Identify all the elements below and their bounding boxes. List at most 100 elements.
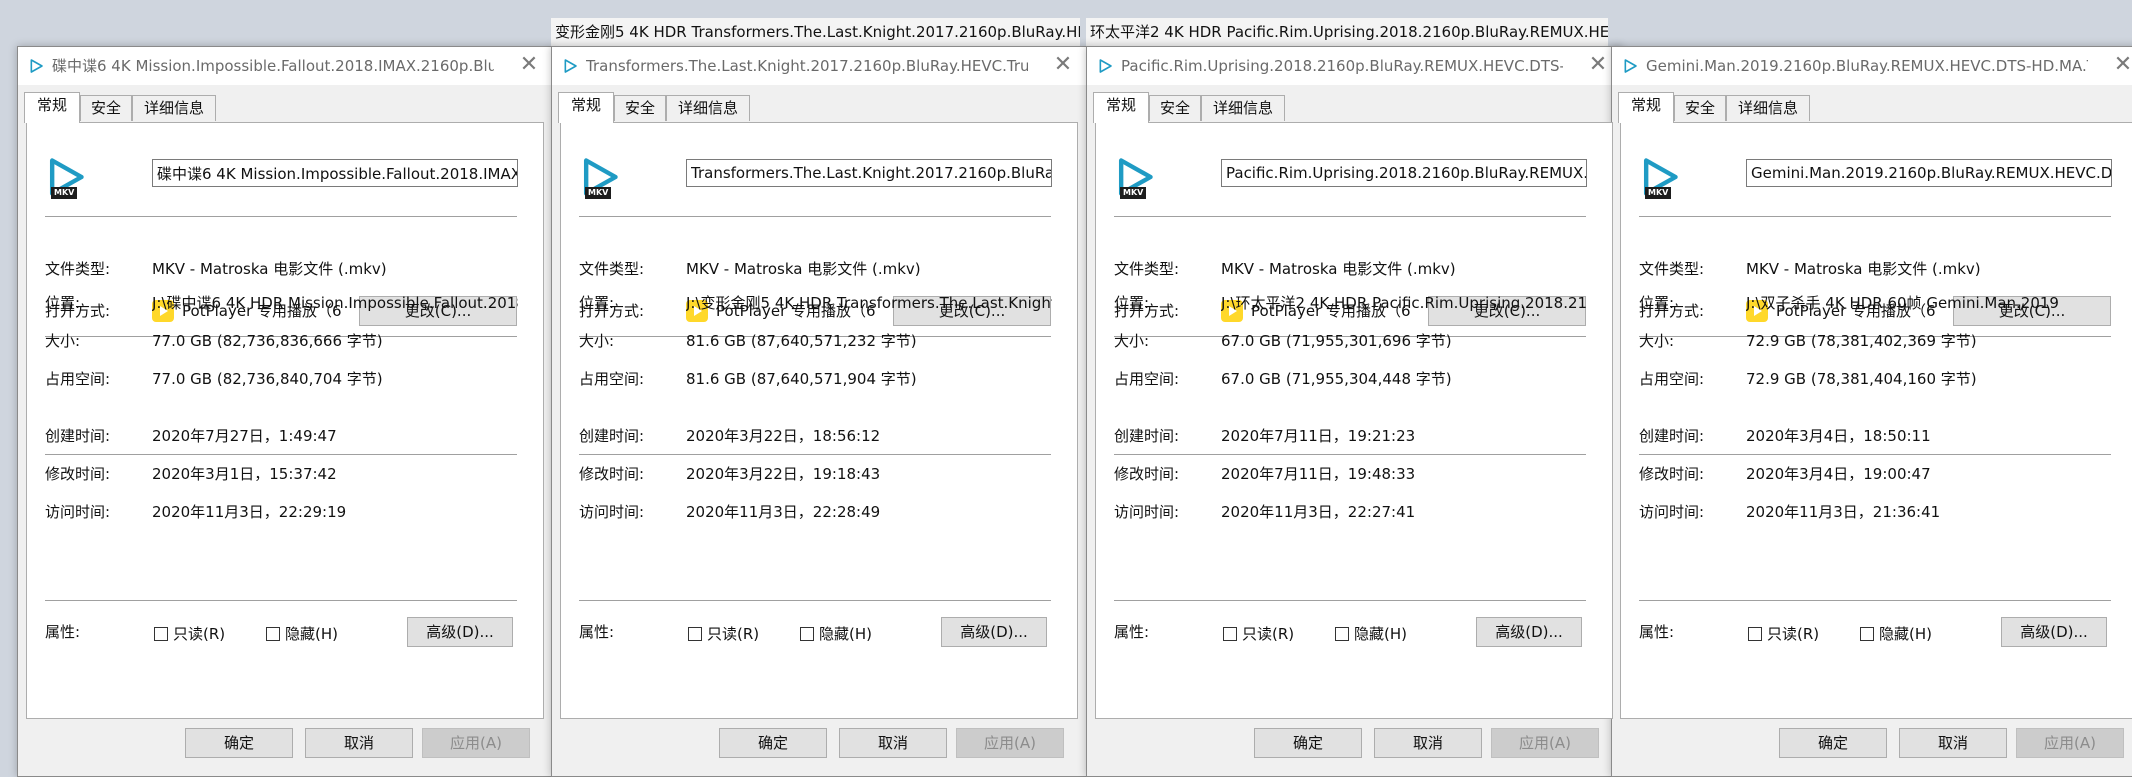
disk-size-value: 81.6 GB (87,640,571,904 字节): [686, 370, 917, 388]
hidden-label: 隐藏(H): [285, 625, 338, 643]
file-name-input[interactable]: [1221, 159, 1587, 187]
apply-button[interactable]: 应用(A): [422, 728, 530, 758]
title-bar[interactable]: 碟中谍6 4K Mission.Impossible.Fallout.2018.…: [18, 47, 552, 85]
size-value: 72.9 GB (78,381,402,369 字节): [1746, 332, 1977, 350]
general-tab-panel: MKV文件类型:MKV - Matroska 电影文件 (.mkv)打开方式:P…: [560, 122, 1078, 719]
disk-size-label: 占用空间:: [579, 370, 645, 388]
close-icon[interactable]: ✕: [1046, 51, 1080, 81]
apply-button[interactable]: 应用(A): [1491, 728, 1599, 758]
advanced-button[interactable]: 高级(D)...: [941, 617, 1047, 647]
hidden-checkbox[interactable]: [266, 627, 280, 641]
modified-label: 修改时间:: [45, 465, 111, 483]
title-bar[interactable]: Gemini.Man.2019.2160p.BluRay.REMUX.HEVC.…: [1612, 47, 2132, 85]
attributes-label: 属性:: [1114, 623, 1150, 641]
separator-3: [1639, 454, 2111, 455]
location-value: J:\环太平洋2 4K HDR Pacific.Rim.Uprising.201…: [1221, 294, 1587, 312]
disk-size-value: 77.0 GB (82,736,840,704 字节): [152, 370, 383, 388]
mkv-file-icon: [1097, 58, 1113, 74]
window-title: Pacific.Rim.Uprising.2018.2160p.BluRay.R…: [1121, 57, 1563, 75]
separator-3: [1114, 454, 1586, 455]
tab-general[interactable]: 常规: [558, 92, 614, 123]
hidden-checkbox[interactable]: [1860, 627, 1874, 641]
size-label: 大小:: [45, 332, 81, 350]
tab-details[interactable]: 详细信息: [132, 95, 216, 121]
tab-security[interactable]: 安全: [1149, 95, 1201, 121]
window-title: Gemini.Man.2019.2160p.BluRay.REMUX.HEVC.…: [1646, 57, 2088, 75]
apply-button[interactable]: 应用(A): [2016, 728, 2124, 758]
tab-details[interactable]: 详细信息: [1201, 95, 1285, 121]
disk-size-label: 占用空间:: [1639, 370, 1705, 388]
file-type-value: MKV - Matroska 电影文件 (.mkv): [1746, 260, 1981, 278]
readonly-checkbox[interactable]: [1748, 627, 1762, 641]
separator-1: [579, 216, 1051, 217]
ok-button[interactable]: 确定: [719, 728, 827, 758]
tab-security[interactable]: 安全: [80, 95, 132, 121]
readonly-checkbox[interactable]: [688, 627, 702, 641]
apply-button[interactable]: 应用(A): [956, 728, 1064, 758]
hidden-checkbox[interactable]: [800, 627, 814, 641]
properties-dialog: Pacific.Rim.Uprising.2018.2160p.BluRay.R…: [1086, 46, 1622, 777]
tab-general[interactable]: 常规: [1618, 92, 1674, 123]
created-value: 2020年3月22日，18:56:12: [686, 427, 881, 445]
disk-size-value: 67.0 GB (71,955,304,448 字节): [1221, 370, 1452, 388]
properties-dialog: Transformers.The.Last.Knight.2017.2160p.…: [551, 46, 1087, 777]
advanced-button[interactable]: 高级(D)...: [407, 617, 513, 647]
file-type-label: 文件类型:: [1114, 260, 1180, 278]
separator-1: [1639, 216, 2111, 217]
cancel-button[interactable]: 取消: [305, 728, 413, 758]
file-name-input[interactable]: [1746, 159, 2112, 187]
hidden-checkbox[interactable]: [1335, 627, 1349, 641]
cancel-button[interactable]: 取消: [1899, 728, 2007, 758]
size-value: 77.0 GB (82,736,836,666 字节): [152, 332, 383, 350]
location-label: 位置:: [1639, 294, 1675, 312]
close-icon[interactable]: ✕: [2106, 51, 2132, 81]
modified-value: 2020年3月4日，19:00:47: [1746, 465, 1931, 483]
ok-button[interactable]: 确定: [1254, 728, 1362, 758]
separator-3: [45, 454, 517, 455]
tab-general[interactable]: 常规: [24, 92, 80, 123]
file-name-input[interactable]: [152, 159, 518, 187]
file-name-input[interactable]: [686, 159, 1052, 187]
mkv-file-icon: MKV: [577, 155, 621, 199]
location-label: 位置:: [1114, 294, 1150, 312]
title-bar[interactable]: Transformers.The.Last.Knight.2017.2160p.…: [552, 47, 1086, 85]
cancel-button[interactable]: 取消: [1374, 728, 1482, 758]
location-value: J:\碟中谍6 4K HDR Mission.Impossible.Fallou…: [152, 294, 518, 312]
window-title: 碟中谍6 4K Mission.Impossible.Fallout.2018.…: [52, 57, 494, 75]
readonly-label: 只读(R): [1767, 625, 1820, 643]
created-label: 创建时间:: [1114, 427, 1180, 445]
location-value: J:\双子杀手 4K HDR 60帧 Gemini.Man.2019: [1746, 294, 2059, 312]
ok-button[interactable]: 确定: [185, 728, 293, 758]
general-tab-panel: MKV文件类型:MKV - Matroska 电影文件 (.mkv)打开方式:P…: [1095, 122, 1613, 719]
accessed-value: 2020年11月3日，22:29:19: [152, 503, 347, 521]
tab-general[interactable]: 常规: [1093, 92, 1149, 123]
accessed-label: 访问时间:: [45, 503, 111, 521]
advanced-button[interactable]: 高级(D)...: [1476, 617, 1582, 647]
accessed-value: 2020年11月3日，22:28:49: [686, 503, 881, 521]
hidden-label: 隐藏(H): [819, 625, 872, 643]
general-tab-panel: MKV文件类型:MKV - Matroska 电影文件 (.mkv)打开方式:P…: [26, 122, 544, 719]
mkv-file-icon: [1622, 58, 1638, 74]
advanced-button[interactable]: 高级(D)...: [2001, 617, 2107, 647]
tab-details[interactable]: 详细信息: [1726, 95, 1810, 121]
file-type-label: 文件类型:: [579, 260, 645, 278]
mkv-file-icon: [28, 58, 44, 74]
close-icon[interactable]: ✕: [1581, 51, 1615, 81]
disk-size-value: 72.9 GB (78,381,404,160 字节): [1746, 370, 1977, 388]
created-label: 创建时间:: [45, 427, 111, 445]
readonly-checkbox[interactable]: [1223, 627, 1237, 641]
tab-security[interactable]: 安全: [614, 95, 666, 121]
readonly-checkbox[interactable]: [154, 627, 168, 641]
cancel-button[interactable]: 取消: [839, 728, 947, 758]
window-title: Transformers.The.Last.Knight.2017.2160p.…: [586, 57, 1028, 75]
title-bar[interactable]: Pacific.Rim.Uprising.2018.2160p.BluRay.R…: [1087, 47, 1621, 85]
readonly-label: 只读(R): [1242, 625, 1295, 643]
created-value: 2020年3月4日，18:50:11: [1746, 427, 1931, 445]
modified-value: 2020年7月11日，19:48:33: [1221, 465, 1416, 483]
tab-security[interactable]: 安全: [1674, 95, 1726, 121]
tab-details[interactable]: 详细信息: [666, 95, 750, 121]
separator-4: [45, 600, 517, 601]
created-value: 2020年7月11日，19:21:23: [1221, 427, 1416, 445]
ok-button[interactable]: 确定: [1779, 728, 1887, 758]
close-icon[interactable]: ✕: [512, 51, 546, 81]
